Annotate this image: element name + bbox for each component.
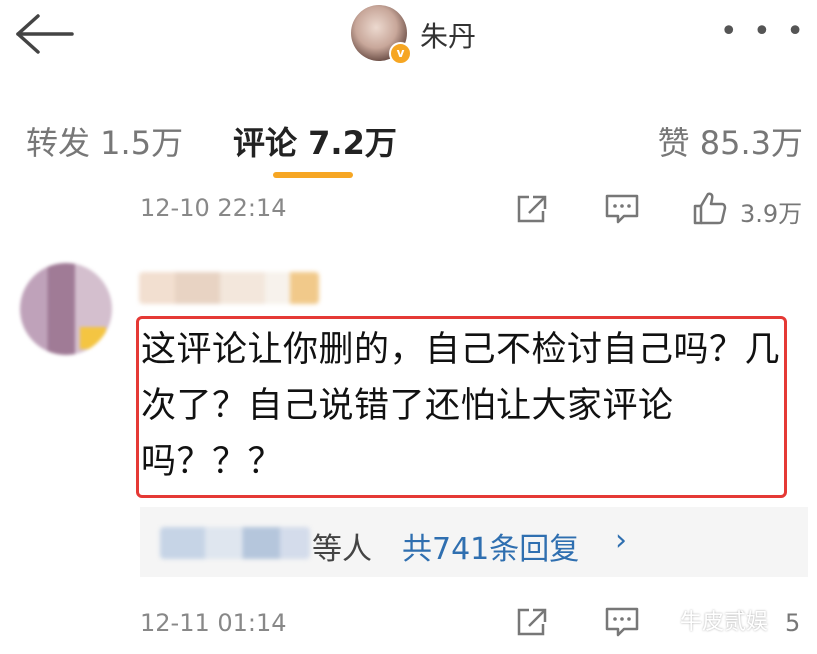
replies-count-link[interactable]: 共741条回复	[402, 524, 579, 568]
replier-names-blurred	[160, 527, 310, 559]
tab-like[interactable]: 赞 85.3万	[658, 118, 803, 164]
commenter-name-blurred[interactable]	[139, 272, 319, 304]
thumb-up-icon[interactable]	[692, 190, 728, 230]
replies-summary[interactable]: 等人 共741条回复 ›	[140, 507, 808, 577]
more-options-button[interactable]: • • •	[720, 14, 807, 49]
commenter-avatar[interactable]	[20, 263, 112, 355]
post-timestamp: 12-10 22:14	[140, 194, 287, 222]
comment-like-count: 5	[785, 609, 801, 637]
chevron-right-icon[interactable]: ›	[615, 523, 627, 558]
tab-comment[interactable]: 评论 7.2万	[233, 118, 397, 164]
post-like-count: 3.9万	[740, 200, 803, 228]
tab-active-indicator	[273, 172, 353, 178]
verified-icon: v	[389, 42, 412, 65]
comment-timestamp: 12-11 01:14	[140, 609, 287, 637]
profile-name[interactable]: 朱丹	[420, 15, 476, 55]
share-icon[interactable]	[515, 193, 549, 229]
tab-repost[interactable]: 转发 1.5万	[26, 118, 183, 164]
back-arrow-icon[interactable]	[14, 14, 74, 54]
watermark: 牛皮贰娱	[680, 610, 769, 635]
share-icon[interactable]	[515, 606, 549, 642]
comment-icon[interactable]	[604, 193, 640, 229]
comment-icon[interactable]	[604, 606, 640, 642]
comment-text: 这评论让你删的，自己不检讨自己吗？几次了？自己说错了还怕让大家评论吗？？？	[141, 330, 781, 482]
replies-etc-label: 等人	[312, 532, 372, 567]
